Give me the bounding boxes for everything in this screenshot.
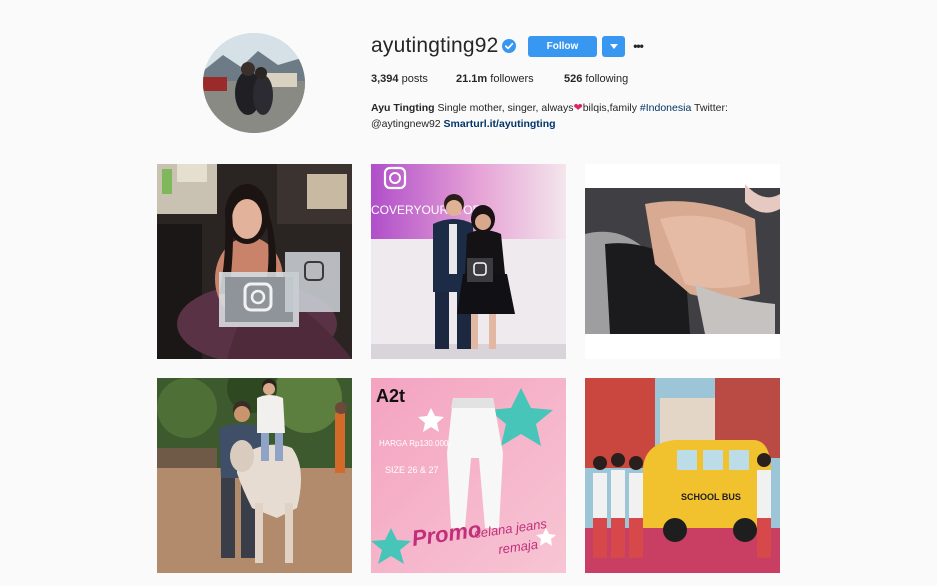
posts-stat[interactable]: 3,394 posts (371, 73, 428, 85)
posts-count: 3,394 (371, 73, 399, 85)
follow-button[interactable]: Follow (528, 36, 597, 57)
promo-size-text: SIZE 26 & 27 (385, 465, 439, 475)
followers-count: 21.1m (456, 73, 488, 85)
following-count: 526 (564, 73, 583, 85)
post-tile[interactable]: COVERYOURSTORY (371, 164, 566, 359)
post-tile[interactable] (157, 164, 352, 359)
profile-username: ayutingting92 (371, 34, 499, 57)
profile-full-name: Ayu Tingting (371, 102, 435, 114)
followers-label: followers (490, 73, 534, 85)
post-tile[interactable]: A2t HARGA Rp130.000,- SIZE 26 & 27 Promo… (371, 378, 566, 573)
post-image (157, 164, 352, 359)
followers-stat[interactable]: 21.1m followers (456, 73, 534, 85)
post-caption-text: COVERYOURSTORY (371, 203, 489, 217)
bio-twitter-label: Twitter: (694, 102, 728, 114)
chevron-down-icon (609, 43, 618, 49)
post-image: A2t HARGA Rp130.000,- SIZE 26 & 27 Promo… (371, 378, 566, 573)
profile-bio: Ayu Tingting Single mother, singer, alwa… (371, 100, 791, 132)
mention-text: @aytingnew92 (371, 118, 441, 130)
hashtag-link[interactable]: #Indonesia (640, 102, 691, 114)
post-tile[interactable] (157, 378, 352, 573)
following-stat[interactable]: 526 following (564, 73, 628, 85)
profile-avatar[interactable] (203, 33, 305, 133)
promo-price-text: HARGA Rp130.000,- (379, 439, 454, 448)
post-image: COVERYOURSTORY (371, 164, 566, 359)
post-image (157, 378, 352, 573)
post-image (585, 164, 780, 359)
more-options-icon[interactable]: ••• (631, 38, 645, 54)
verified-badge-icon (502, 39, 516, 53)
post-tile[interactable] (585, 164, 780, 359)
following-label: following (585, 73, 629, 85)
brand-logo-text: A2t (376, 386, 405, 406)
posts-label: posts (401, 73, 428, 85)
suggestions-dropdown-button[interactable] (602, 36, 625, 57)
heart-icon: ❤ (573, 102, 583, 114)
website-link[interactable]: Smarturl.it/ayutingting (444, 118, 556, 130)
profile-page: ayutingting92 Follow ••• 3,394 posts 21.… (0, 0, 937, 586)
post-tile[interactable]: SCHOOL BUS (585, 378, 780, 573)
bus-sign-text: SCHOOL BUS (681, 492, 741, 502)
bio-text-continued: bilqis,family (582, 102, 637, 114)
post-image: SCHOOL BUS (585, 378, 780, 573)
bio-text: Single mother, singer, always (437, 102, 574, 114)
